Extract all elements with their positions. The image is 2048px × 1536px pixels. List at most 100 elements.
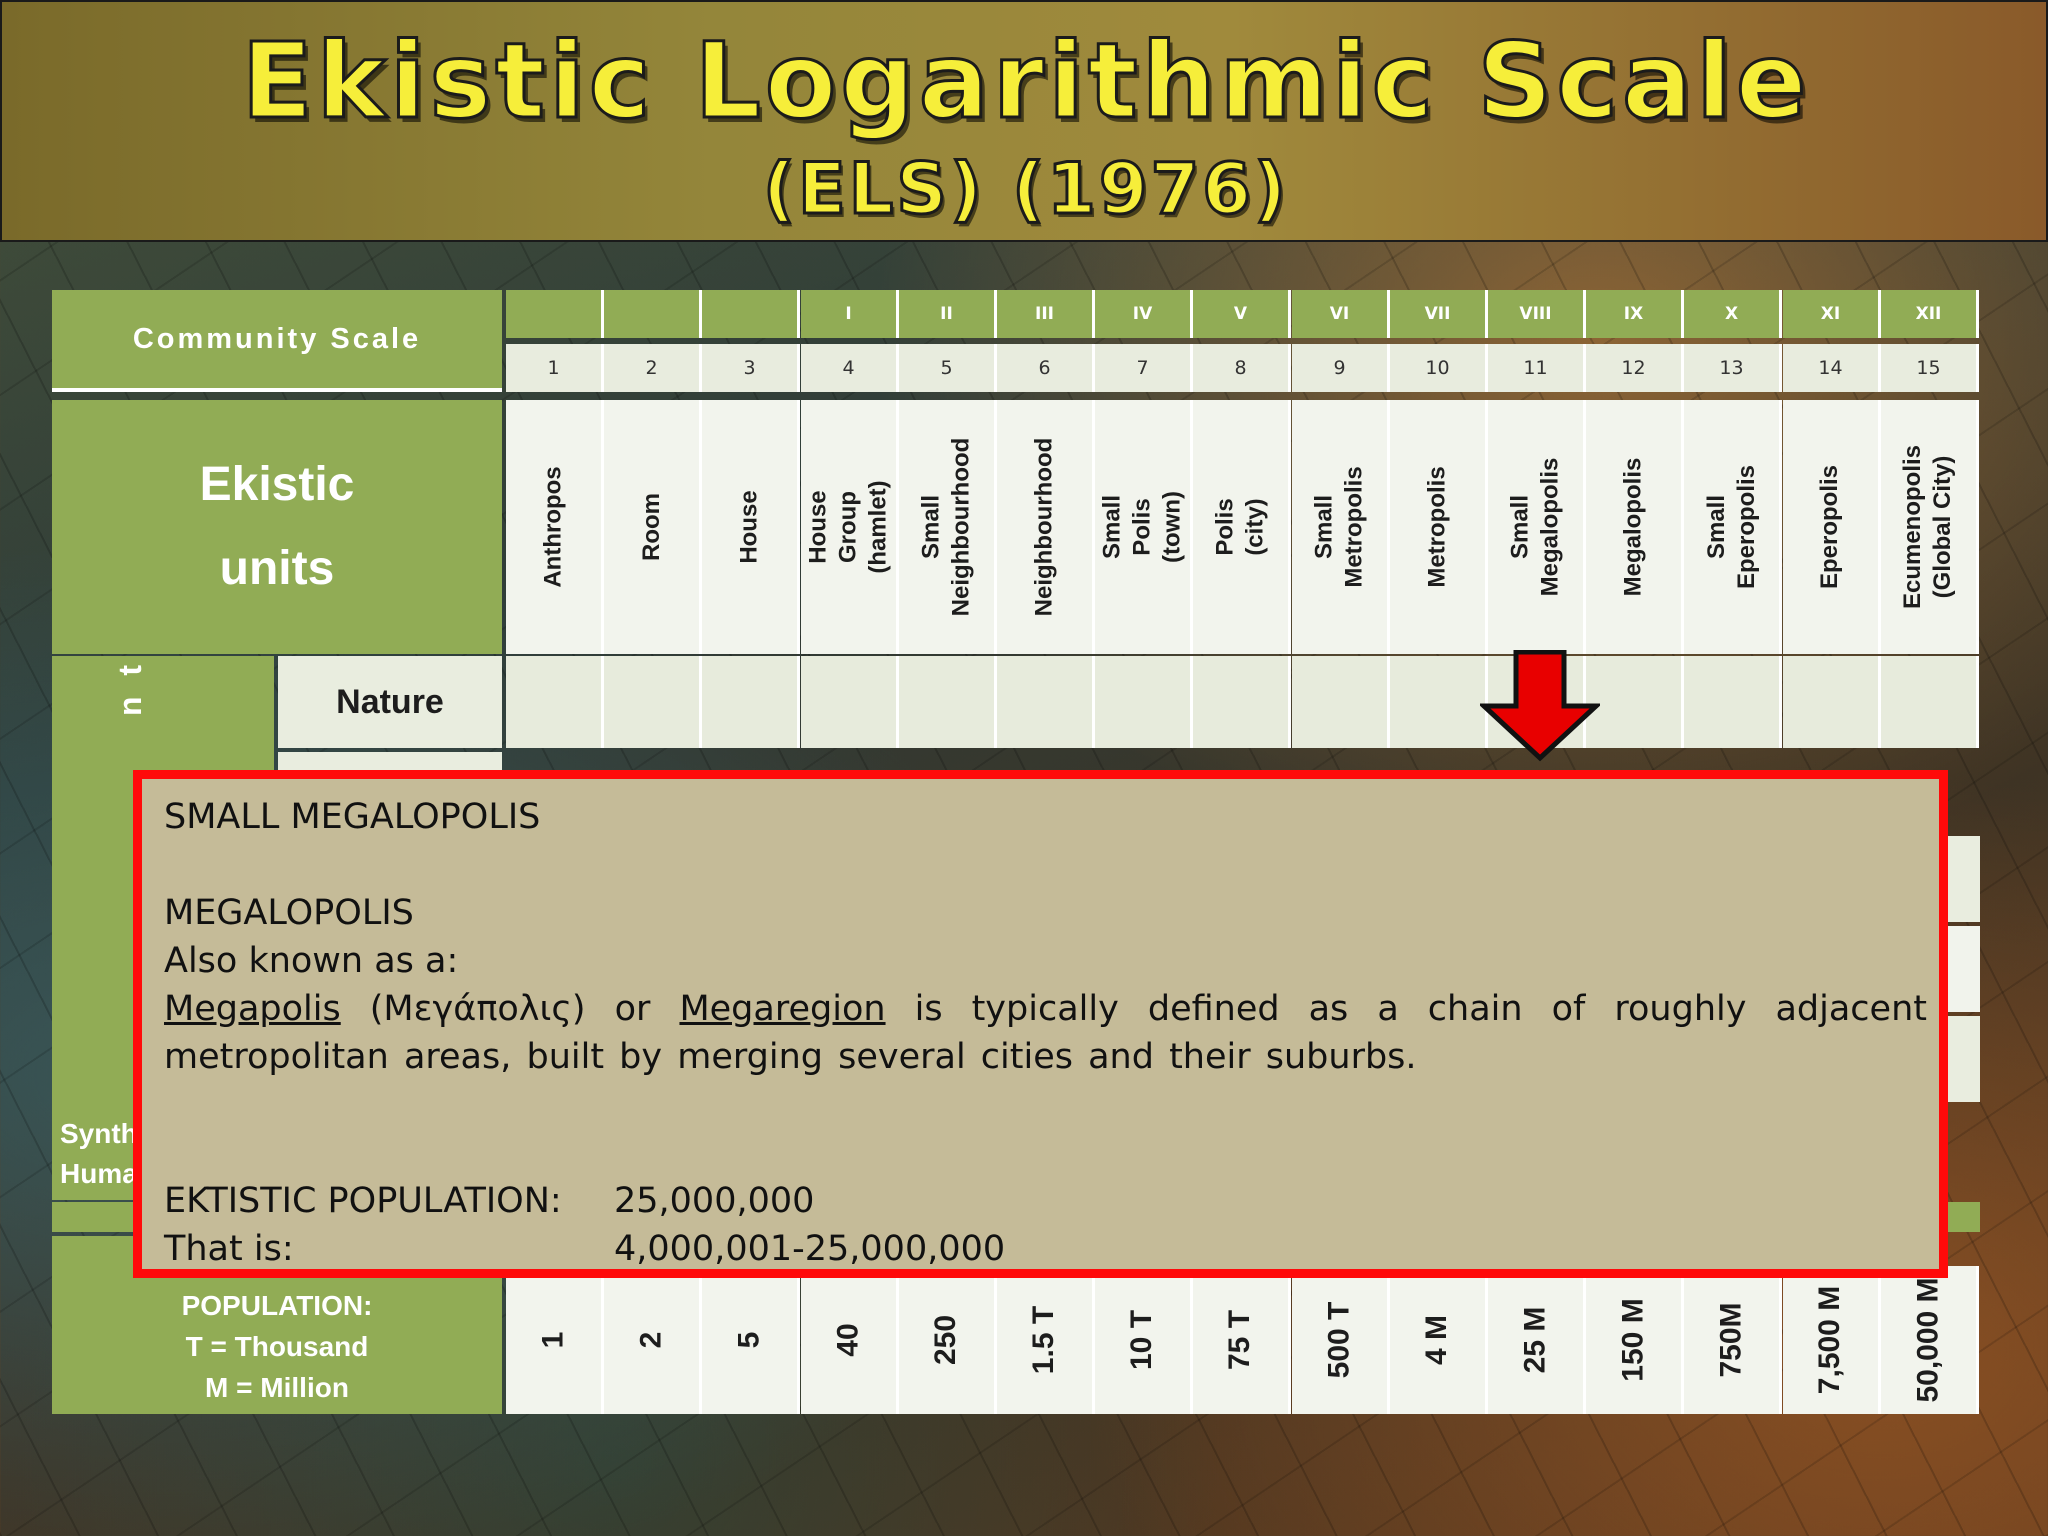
- unit-cell-10: Metropolis: [1390, 400, 1488, 654]
- population-cell-11-text: 25 M: [1518, 1306, 1552, 1374]
- unit-cell-1: Anthropos: [506, 400, 604, 654]
- roman-header-1: [506, 290, 604, 338]
- unit-cell-5-text: Small Neighbourhood: [917, 437, 975, 617]
- population-cell-1-text: 1: [536, 1331, 570, 1349]
- nature-row-cell-9: [1292, 656, 1390, 748]
- number-header-11: 11: [1488, 344, 1586, 392]
- number-header-2: 2: [604, 344, 702, 392]
- population-cell-13: 750M: [1684, 1266, 1782, 1414]
- popup-definition: Megapolis (Μεγάπολις) or Megaregion is t…: [164, 985, 1927, 1081]
- roman-header-7: IV: [1095, 290, 1193, 338]
- population-cell-10: 4 M: [1390, 1266, 1488, 1414]
- number-header-10: 10: [1390, 344, 1488, 392]
- unit-cell-4: House Group (hamlet): [801, 400, 899, 654]
- unit-cell-7: Small Polis (town): [1095, 400, 1193, 654]
- population-cell-4: 40: [801, 1266, 899, 1414]
- number-header-4: 4: [801, 344, 899, 392]
- popup-subheading: MEGALOPOLIS: [164, 893, 414, 933]
- population-cell-3: 5: [702, 1266, 800, 1414]
- unit-cell-3-text: House: [735, 490, 763, 564]
- unit-cell-9-text: Small Metropolis: [1310, 466, 1368, 588]
- megapolis-link[interactable]: Megapolis: [164, 989, 341, 1029]
- page-subtitle: (ELS) (1976): [762, 147, 1289, 232]
- nature-row-cell-1: [506, 656, 604, 748]
- unit-cell-1-text: Anthropos: [539, 466, 567, 588]
- unit-cell-7-text: Small Polis (town): [1098, 491, 1186, 563]
- nature-row-cell-5: [899, 656, 997, 748]
- community-scale-label: Community Scale: [132, 322, 422, 355]
- number-header-6: 6: [997, 344, 1095, 392]
- population-cell-3-text: 5: [732, 1331, 766, 1349]
- unit-cell-13: Small Eperopolis: [1684, 400, 1782, 654]
- unit-cell-10-text: Metropolis: [1423, 466, 1451, 588]
- population-cell-5-text: 250: [929, 1314, 963, 1366]
- population-cell-1: 1: [506, 1266, 604, 1414]
- population-cell-15-text: 50,000 M: [1911, 1277, 1945, 1403]
- synth-label: Synth: [60, 1118, 138, 1149]
- roman-header-4: I: [801, 290, 899, 338]
- unit-cell-13-text: Small Eperopolis: [1702, 464, 1760, 590]
- thousand-label: T = Thousand: [185, 1331, 369, 1362]
- population-cell-13-text: 750M: [1714, 1302, 1748, 1378]
- number-header-9: 9: [1292, 344, 1390, 392]
- page-title: Ekistic Logarithmic Scale: [240, 19, 1811, 144]
- roman-header-12: IX: [1586, 290, 1684, 338]
- population-label: POPULATION:: [181, 1290, 373, 1321]
- population-cell-7-text: 10 T: [1125, 1309, 1159, 1371]
- unit-cell-11: Small Megalopolis: [1488, 400, 1586, 654]
- roman-header-11: VIII: [1488, 290, 1586, 338]
- nature-cell: Nature: [278, 656, 502, 748]
- nature-label: Nature: [336, 682, 444, 721]
- population-cell-6-text: 1.5 T: [1027, 1305, 1061, 1375]
- popup-heading: SMALL MEGALOPOLIS: [164, 797, 541, 837]
- unit-cell-5: Small Neighbourhood: [899, 400, 997, 654]
- roman-header-8: V: [1193, 290, 1291, 338]
- community-scale-cell: Community Scale: [52, 290, 502, 392]
- roman-header-2: [604, 290, 702, 338]
- nature-row-cell-10: [1390, 656, 1488, 748]
- roman-header-6: III: [997, 290, 1095, 338]
- population-cell-2: 2: [604, 1266, 702, 1414]
- nature-row-cell-13: [1684, 656, 1782, 748]
- number-header-7: 7: [1095, 344, 1193, 392]
- ekistic-units-label: Ekistic units: [199, 458, 355, 595]
- nature-row-cell-2: [604, 656, 702, 748]
- huma-label: Huma: [60, 1158, 138, 1189]
- population-cell-9-text: 500 T: [1322, 1301, 1356, 1379]
- nature-row-cell-8: [1193, 656, 1291, 748]
- unit-cell-8: Polis (city): [1193, 400, 1291, 654]
- roman-header-3: [702, 290, 800, 338]
- megaregion-link[interactable]: Megaregion: [679, 989, 885, 1029]
- number-header-15: 15: [1881, 344, 1979, 392]
- population-cell-12-text: 150 M: [1616, 1298, 1650, 1382]
- unit-cell-8-text: Polis (city): [1211, 498, 1269, 556]
- nature-row-cell-6: [997, 656, 1095, 748]
- info-popup: SMALL MEGALOPOLIS MEGALOPOLIS Also known…: [133, 770, 1948, 1278]
- down-arrow-icon: [1480, 650, 1600, 762]
- number-header-1: 1: [506, 344, 604, 392]
- unit-cell-15-text: Ecumenopolis (Global City): [1899, 444, 1957, 610]
- unit-cell-6-text: Neighbourhood: [1030, 437, 1058, 617]
- number-header-8: 8: [1193, 344, 1291, 392]
- nature-row-cell-15: [1881, 656, 1979, 748]
- ekistic-units-cell: Ekistic units: [52, 400, 502, 654]
- nature-row-cell-12: [1586, 656, 1684, 748]
- number-header-5: 5: [899, 344, 997, 392]
- unit-cell-11-text: Small Megalopolis: [1506, 457, 1564, 597]
- population-cell-4-text: 40: [831, 1323, 865, 1357]
- population-value: 25,000,000: [614, 1181, 815, 1221]
- population-cell-6: 1.5 T: [997, 1266, 1095, 1414]
- unit-cell-9: Small Metropolis: [1292, 400, 1390, 654]
- nature-row-cell-14: [1783, 656, 1881, 748]
- unit-cell-4-text: House Group (hamlet): [804, 480, 892, 574]
- unit-cell-15: Ecumenopolis (Global City): [1881, 400, 1979, 654]
- population-cell-2-text: 2: [634, 1331, 668, 1349]
- popup-aka: Also known as a:: [164, 941, 459, 981]
- unit-cell-14-text: Eperopolis: [1816, 464, 1844, 590]
- roman-header-9: VI: [1292, 290, 1390, 338]
- population-cell-11: 25 M: [1488, 1266, 1586, 1414]
- number-header-13: 13: [1684, 344, 1782, 392]
- population-line: EKTISTIC POPULATION: 25,000,000: [164, 1177, 1927, 1225]
- range-line: That is: 4,000,001-25,000,000: [164, 1225, 1927, 1273]
- nature-row-cell-7: [1095, 656, 1193, 748]
